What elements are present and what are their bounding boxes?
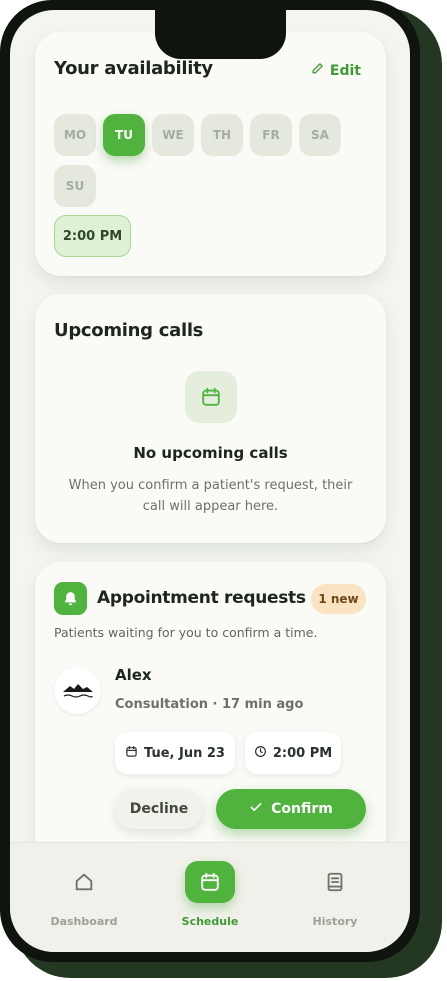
- date-label: Tue, Jun 23: [144, 745, 225, 761]
- patient-name: Alex: [115, 666, 152, 684]
- nav-schedule[interactable]: Schedule: [160, 861, 260, 928]
- availability-title: Your availability: [54, 58, 213, 79]
- calendar-icon: [185, 861, 235, 903]
- empty-state-text: When you confirm a patient's request, th…: [68, 478, 353, 514]
- notch: [155, 10, 286, 59]
- bell-icon: [54, 582, 87, 615]
- home-icon: [59, 861, 109, 903]
- upcoming-calls-card: Upcoming calls No upcoming calls When yo…: [35, 294, 386, 543]
- day-monday[interactable]: MO: [54, 114, 96, 156]
- appointment-requests-card: Appointment requests 1 new Patients wait…: [35, 562, 386, 862]
- new-count-badge: 1 new: [311, 584, 366, 614]
- edit-availability-button[interactable]: Edit: [311, 62, 361, 79]
- availability-card: Your availability Edit MO TU WE TH FR SA…: [35, 32, 386, 276]
- day-wednesday[interactable]: WE: [152, 114, 194, 156]
- confirm-label: Confirm: [271, 801, 333, 817]
- decline-button[interactable]: Decline: [115, 789, 203, 829]
- requests-subtitle: Patients waiting for you to confirm a ti…: [54, 625, 318, 640]
- day-saturday[interactable]: SA: [299, 114, 341, 156]
- time-label: 2:00 PM: [272, 745, 333, 761]
- empty-state-title: No upcoming calls: [133, 444, 288, 462]
- calendar-small-icon: [125, 745, 138, 762]
- bottom-nav: Dashboard Schedule History: [10, 842, 410, 952]
- clock-icon: [254, 745, 267, 762]
- appointment-meta: Consultation · 17 min ago: [115, 697, 304, 712]
- avatar: [54, 667, 101, 714]
- edit-label: Edit: [329, 62, 361, 79]
- nav-history[interactable]: History: [285, 861, 385, 928]
- nav-dashboard[interactable]: Dashboard: [34, 861, 134, 928]
- upcoming-title: Upcoming calls: [54, 320, 204, 341]
- nav-label-schedule: Schedule: [181, 915, 239, 928]
- date-chip[interactable]: Tue, Jun 23: [115, 732, 235, 774]
- day-thursday[interactable]: TH: [201, 114, 243, 156]
- nav-label-history: History: [312, 915, 358, 928]
- nav-label-dashboard: Dashboard: [50, 915, 118, 928]
- day-tuesday[interactable]: TU: [103, 114, 145, 156]
- book-icon: [310, 861, 360, 903]
- requests-title: Appointment requests: [97, 588, 306, 608]
- check-icon: [249, 800, 263, 818]
- avatar-logo: [62, 683, 93, 698]
- day-sunday[interactable]: SU: [54, 165, 96, 207]
- pencil-icon: [311, 62, 324, 79]
- time-chip[interactable]: 2:00 PM: [245, 732, 341, 774]
- day-friday[interactable]: FR: [250, 114, 292, 156]
- app-screen: Your availability Edit MO TU WE TH FR SA…: [10, 10, 410, 952]
- time-slot-pill[interactable]: 2:00 PM: [54, 215, 131, 257]
- phone-frame: Your availability Edit MO TU WE TH FR SA…: [0, 0, 420, 962]
- confirm-button[interactable]: Confirm: [216, 789, 366, 829]
- calendar-icon: [185, 371, 237, 423]
